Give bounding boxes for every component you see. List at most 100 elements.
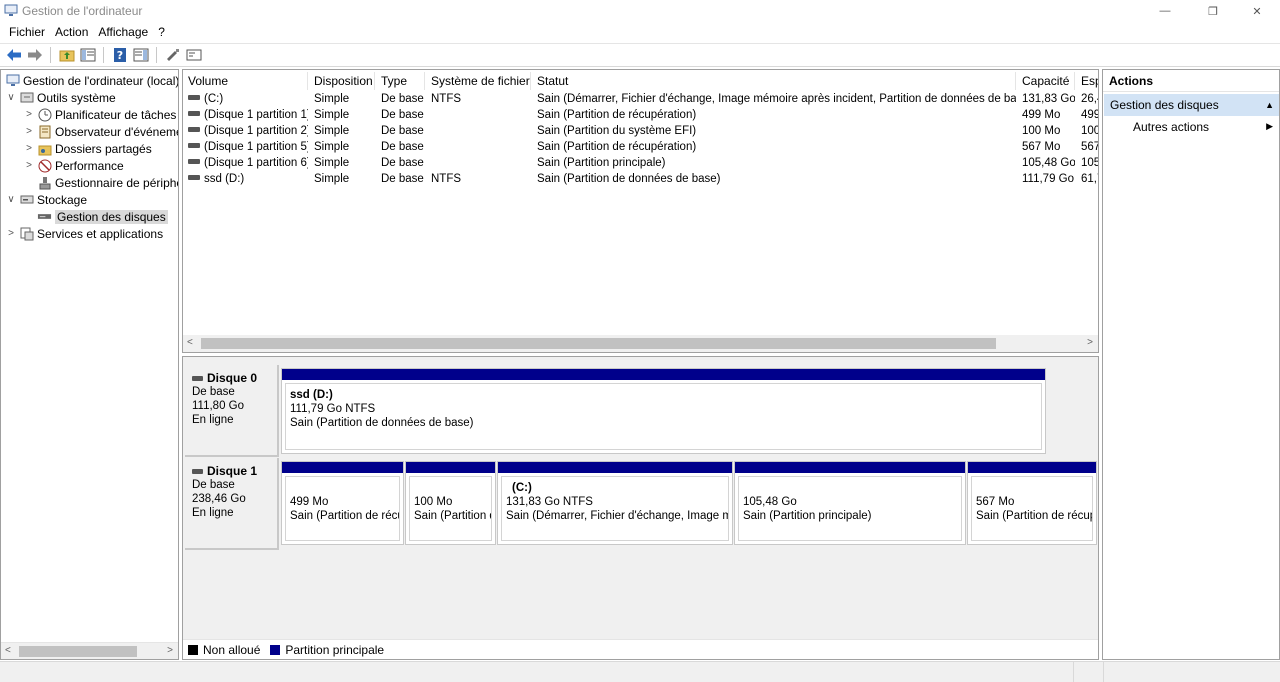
cell-disposition: Simple <box>314 93 350 105</box>
menu-affichage[interactable]: Affichage <box>93 25 153 39</box>
disk-0-state: En ligne <box>192 414 234 426</box>
event-viewer-icon <box>37 125 52 139</box>
column-header-status[interactable]: Statut <box>532 72 1016 90</box>
volume-list-horizontal-scrollbar[interactable]: < > <box>183 335 1098 352</box>
partition-body: 499 Mo Sain (Partition de récu <box>285 476 400 541</box>
expand-chevron-icon[interactable]: > <box>23 126 35 137</box>
menu-fichier[interactable]: Fichier <box>4 25 50 39</box>
cell-free-space: 499 <box>1081 109 1099 121</box>
tree-item-computer-management[interactable]: Gestion de l'ordinateur (local) <box>3 72 178 89</box>
cell-volume: (Disque 1 partition 5) <box>183 139 308 155</box>
disk-0-label[interactable]: Disque 0 De base 111,80 Go En ligne <box>185 365 279 457</box>
collapse-up-icon[interactable]: ▲ <box>1265 94 1274 116</box>
column-header-filesystem[interactable]: Système de fichiers <box>426 72 531 90</box>
scroll-right-icon[interactable]: > <box>167 645 173 656</box>
status-bar-segment <box>1103 662 1280 682</box>
tree-item-performance[interactable]: > Performance <box>23 157 124 174</box>
partition-bar <box>406 462 495 473</box>
table-row[interactable]: (Disque 1 partition 1) Simple De base Sa… <box>183 107 1098 123</box>
cell-capacity: 100 Mo <box>1022 125 1061 137</box>
cell-filesystem <box>426 107 531 123</box>
tree-horizontal-scrollbar[interactable]: < > <box>1 642 178 659</box>
actions-section-disk-management[interactable]: Gestion des disques ▲ <box>1104 94 1279 116</box>
expand-chevron-icon[interactable]: > <box>23 160 35 171</box>
computer-management-icon <box>4 4 18 16</box>
scrollbar-thumb[interactable] <box>201 338 996 349</box>
tree-item-task-scheduler[interactable]: > Planificateur de tâches <box>23 106 176 123</box>
forward-arrow-icon[interactable] <box>25 46 44 64</box>
toolbar: ? <box>0 43 1280 67</box>
properties-icon[interactable] <box>163 46 182 64</box>
expand-chevron-icon[interactable]: > <box>23 143 35 154</box>
scroll-right-icon[interactable]: > <box>1087 337 1093 348</box>
cell-disposition: Simple <box>314 109 350 121</box>
tree-item-storage[interactable]: ∨ Stockage <box>5 191 87 208</box>
column-header-volume[interactable]: Volume <box>183 72 308 90</box>
restore-button[interactable]: ❐ <box>1190 0 1236 22</box>
tree-item-disk-management[interactable]: Gestion des disques <box>23 208 168 225</box>
partition-c[interactable]: (C:) 131,83 Go NTFS Sain (Démarrer, Fich… <box>497 461 733 545</box>
collapse-chevron-icon[interactable]: ∨ <box>5 194 17 205</box>
column-header-free-space[interactable]: Esp <box>1076 72 1098 90</box>
other-actions-item[interactable]: Autres actions ▶ <box>1133 120 1273 134</box>
table-row[interactable]: (Disque 1 partition 2) Simple De base Sa… <box>183 123 1098 139</box>
collapse-chevron-icon[interactable]: ∨ <box>5 92 17 103</box>
menu-help[interactable]: ? <box>153 25 170 39</box>
tree-item-shared-folders[interactable]: > Dossiers partagés <box>23 140 152 157</box>
table-row[interactable]: (C:) Simple De base NTFS Sain (Démarrer,… <box>183 91 1098 107</box>
partition-size: 100 Mo <box>414 496 453 508</box>
computer-management-icon <box>5 74 20 88</box>
partition-disk1-6[interactable]: 105,48 Go Sain (Partition principale) <box>734 461 966 545</box>
cell-filesystem <box>426 155 531 171</box>
minimize-button[interactable]: — <box>1142 0 1188 22</box>
table-row[interactable]: ssd (D:) Simple De base NTFS Sain (Parti… <box>183 171 1098 187</box>
console-icon[interactable] <box>184 46 203 64</box>
expand-chevron-icon[interactable]: > <box>5 228 17 239</box>
disk-1-label[interactable]: Disque 1 De base 238,46 Go En ligne <box>185 458 279 550</box>
legend-swatch-primary <box>270 644 281 655</box>
table-row[interactable]: (Disque 1 partition 5) Simple De base Sa… <box>183 139 1098 155</box>
menu-action[interactable]: Action <box>50 25 93 39</box>
partition-status: Sain (Partition de données de base) <box>290 417 474 429</box>
up-folder-icon[interactable] <box>57 46 76 64</box>
scrollbar-thumb[interactable] <box>19 646 137 657</box>
storage-icon <box>19 193 34 207</box>
scroll-left-icon[interactable]: < <box>187 337 193 348</box>
status-bar-segment <box>1073 662 1103 682</box>
column-header-type[interactable]: Type <box>376 72 425 90</box>
partition-disk1-1[interactable]: 499 Mo Sain (Partition de récu <box>281 461 404 545</box>
partition-status: Sain (Démarrer, Fichier d'échange, Image… <box>506 510 729 522</box>
actions-pane: Actions Gestion des disques ▲ Autres act… <box>1102 69 1280 660</box>
help-icon[interactable]: ? <box>110 46 129 64</box>
restore-icon: ❐ <box>1208 5 1218 18</box>
partition-name: (C:) <box>512 482 532 494</box>
column-header-disposition[interactable]: Disposition <box>309 72 375 90</box>
cell-status: Sain (Partition de données de base) <box>537 173 721 185</box>
partition-ssd-d[interactable]: ssd (D:) 111,79 Go NTFS Sain (Partition … <box>281 368 1046 454</box>
tree-item-services-applications[interactable]: > Services et applications <box>5 225 163 242</box>
status-bar <box>0 661 1280 682</box>
column-header-capacity[interactable]: Capacité <box>1017 72 1075 90</box>
partition-name: ssd (D:) <box>290 389 333 401</box>
scroll-left-icon[interactable]: < <box>5 645 11 656</box>
show-hide-action-pane-icon[interactable] <box>131 46 150 64</box>
disk-1-name: Disque 1 <box>192 464 277 478</box>
back-arrow-icon[interactable] <box>4 46 23 64</box>
close-button[interactable]: ✕ <box>1234 0 1280 22</box>
cell-free-space: 105 <box>1081 157 1099 169</box>
expand-chevron-icon[interactable]: > <box>23 109 35 120</box>
table-row[interactable]: (Disque 1 partition 6) Simple De base Sa… <box>183 155 1098 171</box>
submenu-arrow-icon: ▶ <box>1266 121 1273 131</box>
partition-disk1-2[interactable]: 100 Mo Sain (Partition d <box>405 461 496 545</box>
partition-size: 105,48 Go <box>743 496 797 508</box>
tree-item-device-manager[interactable]: Gestionnaire de périphé <box>23 174 178 191</box>
cell-disposition: Simple <box>314 173 350 185</box>
disk-0-type: De base <box>192 386 235 398</box>
partition-disk1-5[interactable]: 567 Mo Sain (Partition de récup <box>967 461 1097 545</box>
tree-item-event-viewer[interactable]: > Observateur d'événeme <box>23 123 178 140</box>
show-hide-tree-icon[interactable] <box>78 46 97 64</box>
partition-body: 105,48 Go Sain (Partition principale) <box>738 476 962 541</box>
tree-item-system-tools[interactable]: ∨ Outils système <box>5 89 115 106</box>
disk-map: Disque 0 De base 111,80 Go En ligne ssd … <box>182 356 1099 660</box>
cell-status: Sain (Partition de récupération) <box>537 141 697 153</box>
